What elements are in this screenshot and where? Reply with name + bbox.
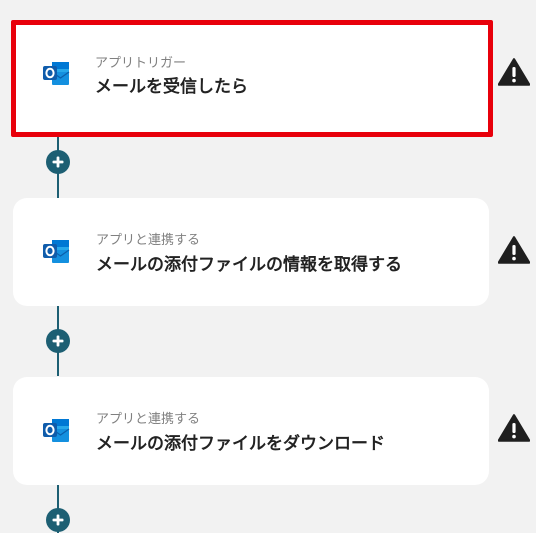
step-type-label: アプリと連携する bbox=[96, 233, 201, 248]
plus-icon bbox=[52, 514, 64, 526]
step-card-download-attachment[interactable]: アプリと連携する メールの添付ファイルをダウンロード bbox=[13, 377, 489, 485]
warning-icon[interactable] bbox=[497, 414, 531, 442]
step-title: メールを受信したら bbox=[95, 77, 248, 97]
plus-icon bbox=[52, 156, 64, 168]
step-card-trigger[interactable]: アプリトリガー メールを受信したら bbox=[11, 20, 493, 137]
warning-icon[interactable] bbox=[497, 236, 531, 264]
step-type-label: アプリトリガー bbox=[95, 56, 187, 71]
step-title: メールの添付ファイルをダウンロード bbox=[96, 434, 385, 454]
outlook-icon bbox=[41, 236, 71, 266]
add-step-button[interactable] bbox=[46, 329, 70, 353]
plus-icon bbox=[52, 335, 64, 347]
step-card-get-attachment-info[interactable]: アプリと連携する メールの添付ファイルの情報を取得する bbox=[13, 198, 489, 306]
outlook-icon bbox=[41, 415, 71, 445]
step-title: メールの添付ファイルの情報を取得する bbox=[96, 255, 402, 275]
warning-icon[interactable] bbox=[497, 58, 531, 86]
outlook-icon bbox=[41, 58, 71, 88]
add-step-button[interactable] bbox=[46, 508, 70, 532]
add-step-button[interactable] bbox=[46, 150, 70, 174]
step-type-label: アプリと連携する bbox=[96, 412, 201, 427]
